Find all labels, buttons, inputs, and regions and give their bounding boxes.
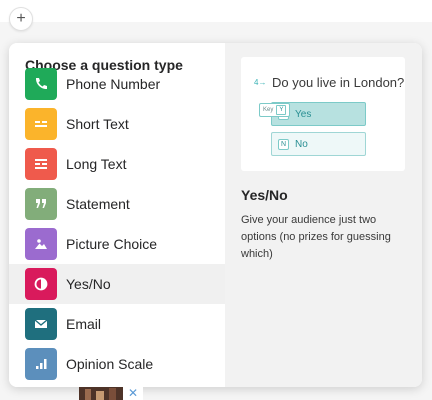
add-question-button[interactable]: + — [9, 7, 33, 31]
type-label: Short Text — [66, 116, 129, 132]
type-item-statement[interactable]: Statement — [9, 184, 225, 224]
key-hint-badge: Key Y — [259, 103, 291, 117]
type-item-picture-choice[interactable]: Picture Choice — [9, 224, 225, 264]
question-type-chooser: Choose a question type Phone Number Shor… — [9, 43, 422, 387]
remove-image-button[interactable]: ✕ — [123, 387, 143, 400]
question-type-list: Phone Number Short Text Long Text Statem… — [9, 68, 225, 384]
type-label: Picture Choice — [66, 236, 158, 252]
choice-no: N No — [271, 132, 366, 156]
choice-label: Yes — [295, 108, 312, 120]
type-label: Email — [66, 316, 102, 332]
long-text-icon — [25, 148, 57, 180]
choice-key: N — [278, 138, 289, 150]
yes-no-icon — [25, 268, 57, 300]
preview-card: 4→ Do you live in London? Y Yes Key Y N … — [241, 57, 405, 171]
question-number: 4→ — [254, 78, 267, 87]
image-thumbnail — [79, 387, 123, 400]
type-label: Phone Number — [66, 76, 161, 92]
question-type-preview-panel: 4→ Do you live in London? Y Yes Key Y N … — [225, 43, 422, 387]
type-item-short-text[interactable]: Short Text — [9, 104, 225, 144]
type-item-email[interactable]: Email — [9, 304, 225, 344]
type-label: Long Text — [66, 156, 127, 172]
type-item-opinion-scale[interactable]: Opinion Scale — [9, 344, 225, 384]
question-text: Do you live in London? — [272, 75, 405, 90]
picture-icon — [25, 228, 57, 260]
type-label: Yes/No — [66, 276, 111, 292]
preview-description: Give your audience just two options (no … — [241, 214, 391, 260]
quote-icon — [25, 188, 57, 220]
choice-label: No — [295, 138, 308, 150]
type-item-yes-no[interactable]: Yes/No — [9, 264, 225, 304]
type-label: Statement — [66, 196, 130, 212]
opinion-scale-icon — [25, 348, 57, 380]
key-hint-key: Y — [276, 105, 287, 115]
type-item-long-text[interactable]: Long Text — [9, 144, 225, 184]
type-item-phone-number[interactable]: Phone Number — [9, 64, 225, 104]
key-hint-label: Key — [263, 107, 274, 113]
question-type-list-panel: Choose a question type Phone Number Shor… — [9, 43, 225, 387]
top-bar — [0, 0, 432, 22]
short-text-icon — [25, 108, 57, 140]
phone-icon — [25, 68, 57, 100]
preview-title: Yes/No — [241, 187, 288, 203]
type-label: Opinion Scale — [66, 356, 154, 372]
email-icon — [25, 308, 57, 340]
